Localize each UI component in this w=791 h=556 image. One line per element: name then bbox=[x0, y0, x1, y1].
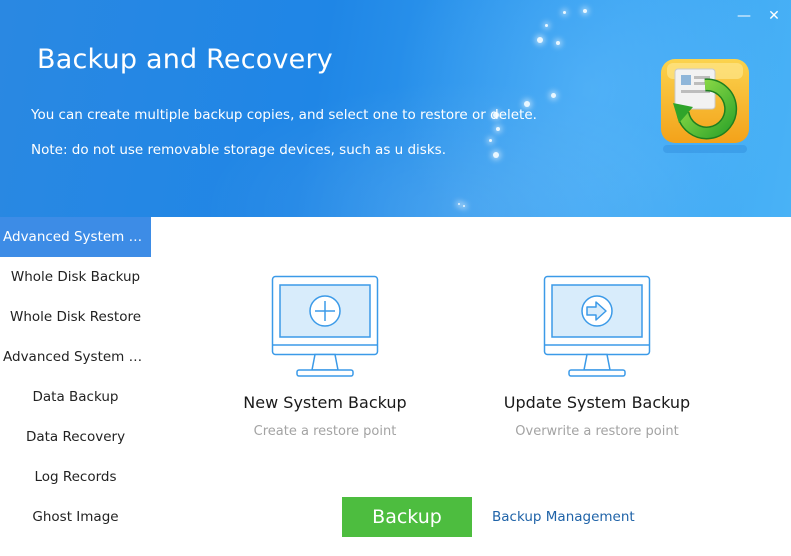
header-note: Note: do not use removable storage devic… bbox=[31, 142, 446, 158]
monitor-plus-icon bbox=[271, 275, 379, 377]
monitor-arrow-icon bbox=[543, 275, 651, 377]
sidebar-item-whole-disk-restore[interactable]: Whole Disk Restore bbox=[0, 297, 151, 337]
sparkle-dot bbox=[556, 41, 560, 45]
sparkle-dot bbox=[458, 203, 460, 205]
sparkle-dot bbox=[537, 37, 543, 43]
sidebar-item-ghost-image[interactable]: Ghost Image bbox=[0, 497, 151, 537]
sparkle-dot bbox=[463, 205, 465, 207]
backup-button[interactable]: Backup bbox=[342, 497, 472, 537]
sparkle-dot bbox=[563, 11, 566, 14]
header-description: You can create multiple backup copies, a… bbox=[31, 107, 537, 123]
sparkle-dot bbox=[545, 24, 548, 27]
update-system-backup-option[interactable]: Update System Backup Overwrite a restore… bbox=[477, 275, 717, 445]
sidebar-item-whole-disk-backup[interactable]: Whole Disk Backup bbox=[0, 257, 151, 297]
sidebar-item-log-records[interactable]: Log Records bbox=[0, 457, 151, 497]
sparkle-dot bbox=[551, 93, 556, 98]
new-system-backup-option[interactable]: New System Backup Create a restore point bbox=[205, 275, 445, 445]
option-title: Update System Backup bbox=[503, 393, 691, 412]
sparkle-dot bbox=[496, 127, 500, 131]
sparkle-dot bbox=[489, 139, 492, 142]
backup-management-link[interactable]: Backup Management bbox=[492, 509, 635, 525]
sidebar-item-advanced-system-restore[interactable]: Advanced System Restore bbox=[0, 337, 151, 377]
close-icon[interactable]: ✕ bbox=[763, 6, 785, 26]
sidebar-item-data-backup[interactable]: Data Backup bbox=[0, 377, 151, 417]
sparkle-dot bbox=[583, 9, 587, 13]
option-subtitle: Overwrite a restore point bbox=[515, 424, 679, 439]
sidebar-item-advanced-system-backup[interactable]: Advanced System Backup bbox=[0, 217, 151, 257]
sidebar: Advanced System Backup Whole Disk Backup… bbox=[0, 217, 151, 556]
header-banner: Backup and Recovery You can create multi… bbox=[0, 0, 791, 217]
sparkle-dot bbox=[493, 152, 499, 158]
minimize-icon[interactable]: — bbox=[733, 6, 755, 26]
option-title: New System Backup bbox=[243, 393, 407, 412]
backup-restore-icon bbox=[661, 59, 749, 153]
option-subtitle: Create a restore point bbox=[253, 424, 397, 439]
page-title: Backup and Recovery bbox=[37, 44, 333, 75]
sidebar-item-data-recovery[interactable]: Data Recovery bbox=[0, 417, 151, 457]
